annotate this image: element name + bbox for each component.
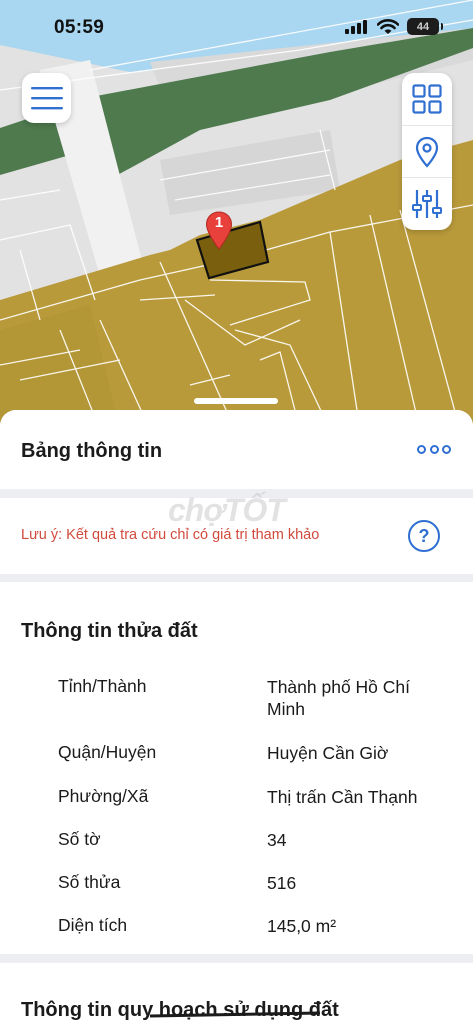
- status-icons: 44: [345, 18, 443, 35]
- my-location-button[interactable]: [402, 126, 452, 179]
- planning-section-title: Thông tin quy hoạch sử dụng đất: [21, 999, 339, 1021]
- signal-icon: [345, 19, 367, 34]
- disclaimer-note: Lưu ý: Kết quả tra cứu chỉ có giá trị th…: [21, 527, 320, 543]
- status-time: 05:59: [54, 17, 105, 38]
- row-value: 145,0 m²: [267, 916, 337, 936]
- row-label: Số tờ: [58, 829, 101, 849]
- row-label: Tỉnh/Thành: [58, 676, 147, 696]
- more-options-button[interactable]: [417, 442, 451, 456]
- parcel-marker[interactable]: 1: [205, 211, 233, 251]
- row-value: 34: [267, 830, 287, 850]
- layers-button[interactable]: [402, 73, 452, 126]
- planning-info-card[interactable]: Thông tin quy hoạch sử dụng đất: [0, 963, 473, 1024]
- location-pin-icon: [415, 136, 439, 168]
- sliders-icon: [412, 190, 442, 219]
- more-dot-icon: [417, 444, 426, 454]
- grid-icon: [412, 84, 442, 114]
- row-value: Thành phố Hồ Chí Minh: [267, 677, 411, 719]
- menu-icon: [30, 87, 63, 110]
- row-label: Diện tích: [58, 915, 128, 935]
- info-sheet: Bảng thông tin Lưu ý: Kết quả tra cứu ch…: [0, 410, 473, 1024]
- marker-label: 1: [214, 214, 224, 231]
- more-dot-icon: [442, 444, 451, 454]
- row-value: Thị trấn Cần Thạnh: [267, 787, 418, 807]
- sheet-drag-handle[interactable]: [194, 398, 278, 404]
- filter-button[interactable]: [402, 178, 452, 230]
- battery-level: 44: [416, 20, 430, 33]
- more-dot-icon: [429, 444, 439, 454]
- row-label: Quận/Huyện: [58, 742, 157, 762]
- sheet-title: Bảng thông tin: [21, 440, 163, 462]
- map-tool-panel: [402, 73, 452, 230]
- row-value: 516: [267, 873, 297, 893]
- row-label: Phường/Xã: [58, 786, 149, 806]
- help-button[interactable]: ?: [408, 520, 440, 552]
- battery-indicator: 44: [407, 18, 443, 35]
- row-value: Huyện Cần Giờ: [267, 743, 389, 763]
- parcel-section-title: Thông tin thửa đất: [21, 620, 198, 642]
- parcel-info-card: Thông tin thửa đất Tỉnh/Thành Thành phố …: [0, 582, 473, 954]
- sheet-header: Bảng thông tin: [0, 410, 473, 489]
- wifi-icon: [377, 18, 399, 34]
- row-label: Số thửa: [58, 872, 121, 892]
- status-bar: 05:59 44: [0, 0, 473, 56]
- help-icon: ?: [418, 525, 430, 546]
- note-card: Lưu ý: Kết quả tra cứu chỉ có giá trị th…: [0, 498, 473, 574]
- menu-button[interactable]: [22, 73, 71, 123]
